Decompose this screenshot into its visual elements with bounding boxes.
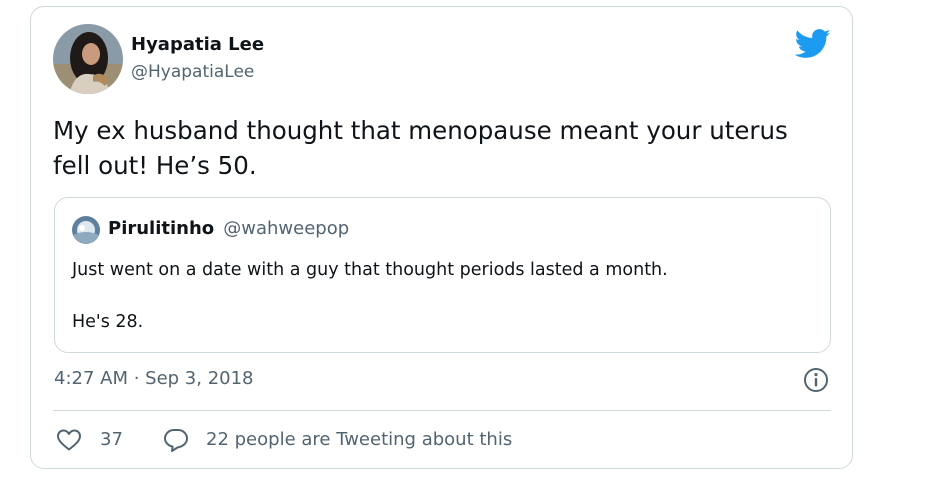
- tweet-text: My ex husband thought that menopause mea…: [53, 116, 788, 180]
- quoted-author: Pirulitinho @wahweepop: [108, 218, 349, 239]
- quoted-author-handle: @wahweepop: [223, 218, 350, 239]
- twitter-bird-icon[interactable]: [794, 29, 831, 59]
- tweet-timestamp[interactable]: 4:27 AM · Sep 3, 2018: [54, 368, 254, 389]
- quoted-author-name: Pirulitinho: [108, 218, 215, 239]
- speech-bubble-icon[interactable]: [163, 427, 189, 453]
- tweet-card[interactable]: Hyapatia Lee @HyapatiaLee My ex husband …: [30, 6, 853, 469]
- quoted-tweet-text: Just went on a date with a guy that thou…: [72, 260, 668, 332]
- author-avatar[interactable]: [53, 24, 123, 94]
- quoted-author-avatar: [72, 216, 100, 244]
- author-name[interactable]: Hyapatia Lee: [131, 34, 264, 55]
- tweeting-about-link[interactable]: 22 people are Tweeting about this: [206, 429, 512, 450]
- author-handle[interactable]: @HyapatiaLee: [131, 62, 254, 82]
- like-count[interactable]: 37: [100, 429, 123, 450]
- info-icon[interactable]: [803, 367, 829, 393]
- quoted-tweet[interactable]: Pirulitinho @wahweepop Just went on a da…: [54, 197, 831, 353]
- heart-icon[interactable]: [56, 428, 82, 452]
- divider: [53, 410, 831, 411]
